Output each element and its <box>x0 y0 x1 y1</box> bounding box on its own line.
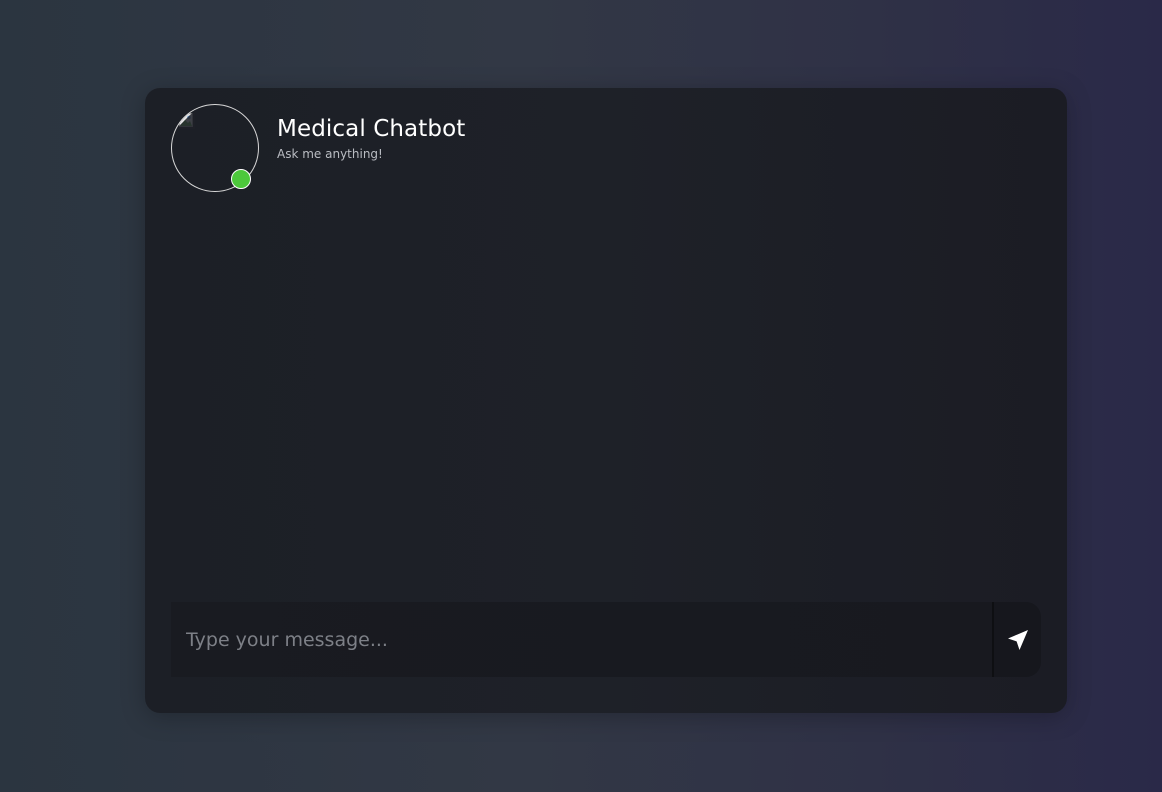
message-composer <box>171 602 1041 677</box>
send-arrow-icon <box>1007 629 1028 650</box>
chat-window: Medical Chatbot Ask me anything! <box>145 88 1067 713</box>
chat-header: Medical Chatbot Ask me anything! <box>171 104 1041 194</box>
messages-area[interactable] <box>171 208 1041 588</box>
chat-subtitle: Ask me anything! <box>277 147 383 161</box>
header-text: Medical Chatbot Ask me anything! <box>277 114 465 162</box>
chat-title: Medical Chatbot <box>277 116 466 142</box>
message-input[interactable] <box>171 602 992 677</box>
broken-image-icon <box>179 113 195 129</box>
send-button[interactable] <box>992 602 1041 677</box>
online-status-indicator <box>231 169 251 189</box>
avatar-container <box>171 104 259 192</box>
